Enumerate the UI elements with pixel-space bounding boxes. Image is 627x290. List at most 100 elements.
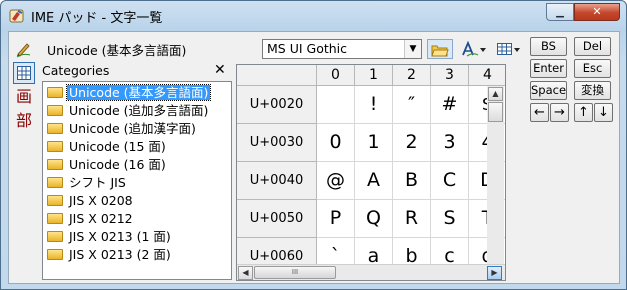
- character-cell[interactable]: #: [431, 86, 469, 124]
- categories-list: Unicode (基本多言語面) Unicode (追加多言語面) Unicode …: [42, 81, 232, 280]
- folder-icon: [47, 87, 63, 98]
- current-category-heading: Unicode (基本多言語面): [47, 43, 187, 58]
- character-cell[interactable]: P: [317, 200, 355, 238]
- close-button[interactable]: ✕: [574, 3, 620, 21]
- minimize-button[interactable]: ▁: [546, 3, 574, 21]
- column-header: 1: [355, 65, 393, 86]
- character-cell[interactable]: [317, 86, 355, 124]
- folder-icon: [47, 213, 63, 224]
- category-item[interactable]: JIS X 0212: [45, 210, 135, 228]
- character-list-tool-button[interactable]: [13, 62, 35, 84]
- font-option-button[interactable]: [459, 39, 489, 59]
- category-item-label: JIS X 0213 (2 面): [69, 247, 171, 262]
- scroll-right-button[interactable]: ▶: [487, 266, 502, 280]
- column-header: 2: [393, 65, 431, 86]
- arrow-up-key[interactable]: ↑: [574, 103, 593, 122]
- vertical-scrollbar[interactable]: ▲: [487, 86, 504, 266]
- ime-pad-window: IME パッド - 文字一覧 ▁ □ ✕: [0, 0, 627, 290]
- radical-label: 部: [15, 111, 32, 130]
- character-cell[interactable]: !: [355, 86, 393, 124]
- window-title: IME パッド - 文字一覧: [31, 11, 163, 26]
- categories-close-icon[interactable]: ✕: [214, 62, 226, 78]
- close-icon: ✕: [592, 5, 602, 18]
- character-cell[interactable]: 3: [431, 124, 469, 162]
- category-item-label: JIS X 0212: [69, 211, 133, 226]
- column-header: 3: [431, 65, 469, 86]
- category-item[interactable]: Unicode (基本多言語面): [45, 84, 212, 102]
- escape-key[interactable]: Esc: [574, 59, 611, 78]
- space-key[interactable]: Space: [530, 81, 567, 100]
- folder-icon: [47, 231, 63, 242]
- folder-icon: [47, 141, 63, 152]
- folder-icon: [47, 177, 63, 188]
- character-cell[interactable]: 0: [317, 124, 355, 162]
- arrow-left-key[interactable]: ←: [530, 103, 549, 122]
- category-item-label: Unicode (15 面): [69, 139, 166, 154]
- character-cell[interactable]: 2: [393, 124, 431, 162]
- arrow-right-key[interactable]: →: [550, 103, 569, 122]
- category-item[interactable]: JIS X 0208: [45, 192, 135, 210]
- character-cell[interactable]: S: [431, 200, 469, 238]
- categories-title: Categories: [42, 63, 110, 78]
- scroll-left-button[interactable]: ◀: [238, 266, 253, 280]
- folder-view-button[interactable]: [427, 39, 453, 59]
- folder-open-icon: [431, 45, 449, 57]
- category-item-label: Unicode (16 面): [69, 157, 166, 172]
- font-select[interactable]: MS UI Gothic ▼: [262, 39, 422, 59]
- ime-pad-app-icon: [9, 9, 24, 23]
- category-item[interactable]: シフト JIS: [45, 174, 128, 192]
- view-mode-button[interactable]: [494, 39, 524, 59]
- radical-tool-button[interactable]: 部: [13, 110, 35, 132]
- category-item-label: Unicode (追加漢字面): [69, 121, 196, 136]
- character-cell[interactable]: A: [355, 162, 393, 200]
- category-item[interactable]: Unicode (追加漢字面): [45, 120, 198, 138]
- column-header: 0: [317, 65, 355, 86]
- character-cell[interactable]: ″: [393, 86, 431, 124]
- category-item-label: Unicode (追加多言語面): [69, 103, 209, 118]
- category-item[interactable]: Unicode (追加多言語面): [45, 102, 210, 120]
- title-bar[interactable]: IME パッド - 文字一覧 ▁ □ ✕: [1, 1, 626, 31]
- category-item[interactable]: Unicode (16 面): [45, 156, 168, 174]
- convert-key[interactable]: 変換: [574, 81, 611, 100]
- scroll-thumb-vertical[interactable]: [488, 102, 503, 122]
- grid-corner: [237, 65, 317, 86]
- scroll-thumb-horizontal[interactable]: III: [254, 266, 336, 279]
- stroke-count-tool-button[interactable]: 画: [13, 86, 35, 108]
- backspace-key[interactable]: BS: [530, 37, 567, 56]
- minimize-icon: ▁: [556, 7, 564, 18]
- category-item-label: JIS X 0208: [69, 193, 133, 208]
- row-header-code: U+0050: [237, 200, 317, 238]
- enter-key[interactable]: Enter: [530, 59, 567, 78]
- delete-key[interactable]: Del: [574, 37, 611, 56]
- category-item[interactable]: JIS X 0213 (2 面): [45, 246, 173, 264]
- character-grid: 01234U+0020!″#$U+003001234U+0040@ABCDU+0…: [236, 64, 506, 281]
- category-item[interactable]: JIS X 0213 (1 面): [45, 228, 173, 246]
- chevron-down-icon: ▼: [404, 40, 421, 58]
- folder-icon: [47, 105, 63, 116]
- row-header-code: U+0030: [237, 124, 317, 162]
- character-list-icon: [17, 66, 31, 80]
- column-header: 4: [469, 65, 505, 86]
- horizontal-scrollbar[interactable]: ◀ III ▶: [237, 264, 505, 280]
- character-cell[interactable]: C: [431, 162, 469, 200]
- category-item-label: JIS X 0213 (1 面): [69, 229, 171, 244]
- character-cell[interactable]: @: [317, 162, 355, 200]
- grid-view-icon: [497, 43, 520, 55]
- handwriting-tool-button[interactable]: [13, 38, 35, 60]
- scroll-up-button[interactable]: ▲: [488, 87, 503, 101]
- category-item[interactable]: Unicode (15 面): [45, 138, 168, 156]
- font-size-icon: [462, 40, 486, 57]
- folder-icon: [47, 249, 63, 260]
- character-cell[interactable]: B: [393, 162, 431, 200]
- font-select-value: MS UI Gothic: [267, 41, 348, 56]
- folder-icon: [47, 159, 63, 170]
- category-item-label: Unicode (基本多言語面): [65, 84, 212, 101]
- row-header-code: U+0040: [237, 162, 317, 200]
- category-item-label: シフト JIS: [69, 175, 126, 190]
- character-cell[interactable]: 1: [355, 124, 393, 162]
- arrow-down-key[interactable]: ↓: [594, 103, 613, 122]
- ime-pad-client-area: 画 部 Unicode (基本多言語面) MS UI Gothic ▼ Cate…: [8, 31, 620, 284]
- stroke-count-label: 画: [15, 87, 32, 106]
- character-cell[interactable]: Q: [355, 200, 393, 238]
- character-cell[interactable]: R: [393, 200, 431, 238]
